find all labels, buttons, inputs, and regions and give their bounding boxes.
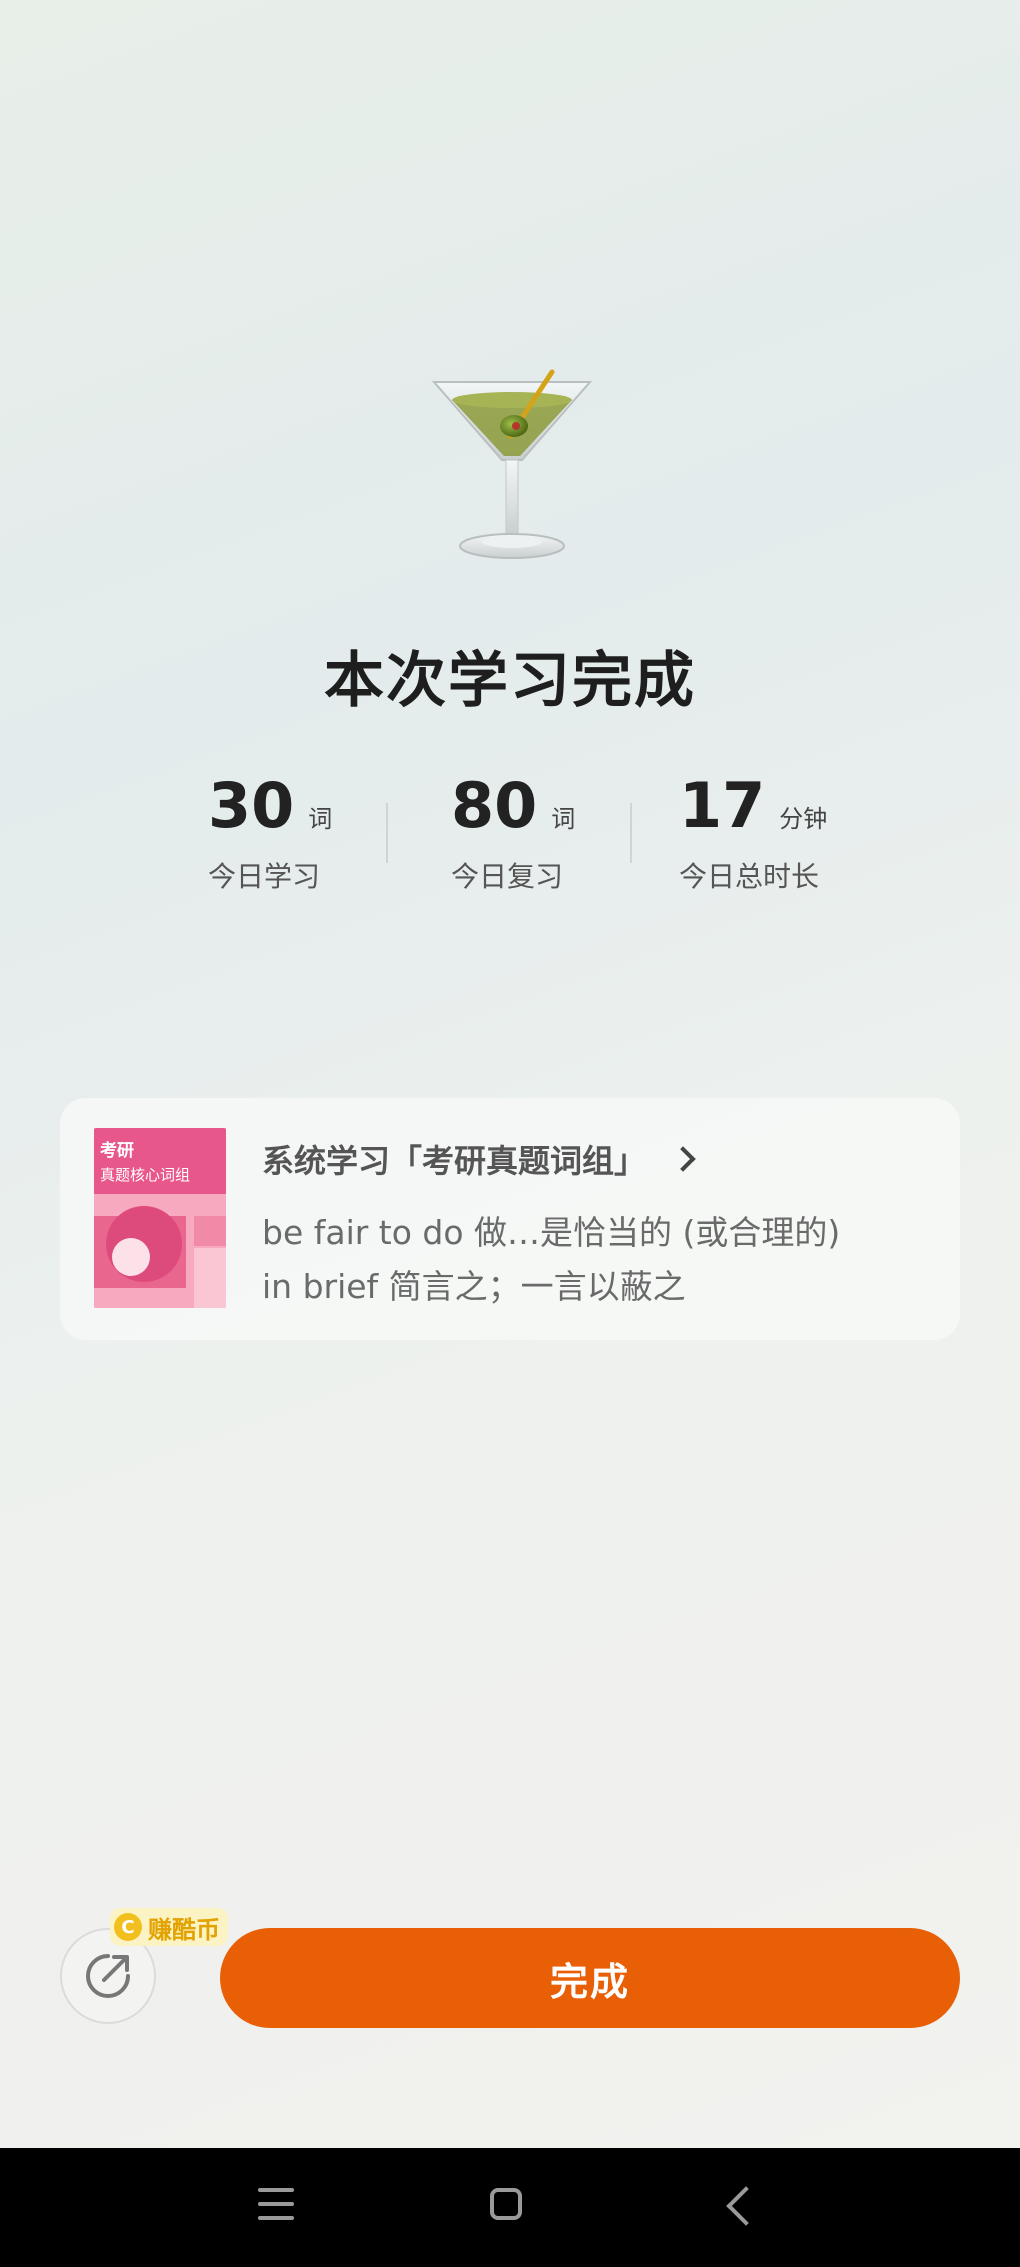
stat-label: 今日复习 xyxy=(451,860,564,893)
coin-badge-label: 赚酷币 xyxy=(148,1915,220,1944)
menu-icon[interactable] xyxy=(258,2188,294,2224)
divider xyxy=(630,803,632,863)
cocktail-glass-icon xyxy=(430,368,594,568)
coin-reward-badge: C 赚酷币 xyxy=(110,1908,228,1946)
stat-value: 30 xyxy=(208,769,295,842)
stat-value: 17 xyxy=(679,769,766,842)
stat-reviewed: 80 词 今日复习 xyxy=(451,775,575,895)
stat-value: 80 xyxy=(451,769,538,842)
page-title: 本次学习完成 xyxy=(324,646,696,716)
stat-unit: 分钟 xyxy=(779,805,828,833)
done-button[interactable]: 完成 xyxy=(220,1928,960,2028)
system-nav-bar xyxy=(0,2148,1020,2267)
stat-learned: 30 词 今日学习 xyxy=(208,775,332,895)
stat-unit: 词 xyxy=(308,805,333,833)
divider xyxy=(386,803,388,863)
word-example-line: be fair to do 做…是恰当的 (或合理的) xyxy=(262,1213,841,1252)
stat-total-time: 17 分钟 今日总时长 xyxy=(679,775,827,895)
book-subtitle: 真题核心词组 xyxy=(100,1166,191,1184)
book-title: 考研 xyxy=(100,1141,134,1161)
stat-label: 今日总时长 xyxy=(679,860,820,893)
book-cover: 考研 真题核心词组 xyxy=(94,1128,226,1308)
stat-label: 今日学习 xyxy=(208,860,321,893)
word-example-line: in brief 简言之；一言以蔽之 xyxy=(262,1267,686,1306)
home-icon[interactable] xyxy=(490,2188,522,2220)
stat-unit: 词 xyxy=(551,805,576,833)
card-heading-link[interactable]: 系统学习「考研真题词组」 xyxy=(262,1136,696,1182)
coin-icon: C xyxy=(114,1913,142,1941)
stats-row: 30 词 今日学习 80 词 今日复习 17 分钟 今日总时长 xyxy=(0,775,1020,895)
share-icon xyxy=(86,1954,130,1998)
back-icon[interactable] xyxy=(726,2186,766,2226)
word-group-card[interactable]: 考研 真题核心词组 系统学习「考研真题词组」 be fair to do 做…是… xyxy=(60,1098,960,1340)
chevron-right-icon xyxy=(670,1146,696,1172)
card-heading: 系统学习「考研真题词组」 xyxy=(262,1142,647,1180)
